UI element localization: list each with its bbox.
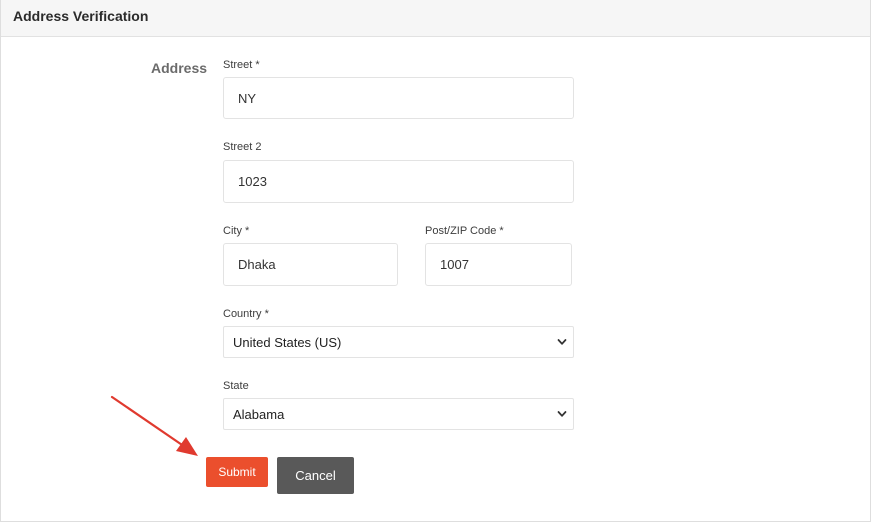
panel-header: Address Verification [1,0,870,37]
city-input[interactable] [223,243,398,286]
country-select[interactable]: United States (US) [223,326,574,358]
street-input[interactable] [223,77,574,119]
country-selected-value: United States (US) [233,335,342,350]
street-label: Street * [223,59,260,71]
state-selected-value: Alabama [233,407,285,422]
street2-input[interactable] [223,160,574,203]
panel-title: Address Verification [13,8,149,24]
submit-button[interactable]: Submit [206,457,268,487]
chevron-down-icon [557,411,567,417]
country-label: Country * [223,308,269,320]
city-label: City * [223,225,250,237]
section-label-address: Address [151,60,208,76]
cancel-button[interactable]: Cancel [277,457,354,494]
chevron-down-icon [557,339,567,345]
zip-label: Post/ZIP Code * [425,225,504,237]
street2-label: Street 2 [223,141,262,153]
state-select[interactable]: Alabama [223,398,574,430]
state-label: State [223,380,249,392]
zip-input[interactable] [425,243,572,286]
